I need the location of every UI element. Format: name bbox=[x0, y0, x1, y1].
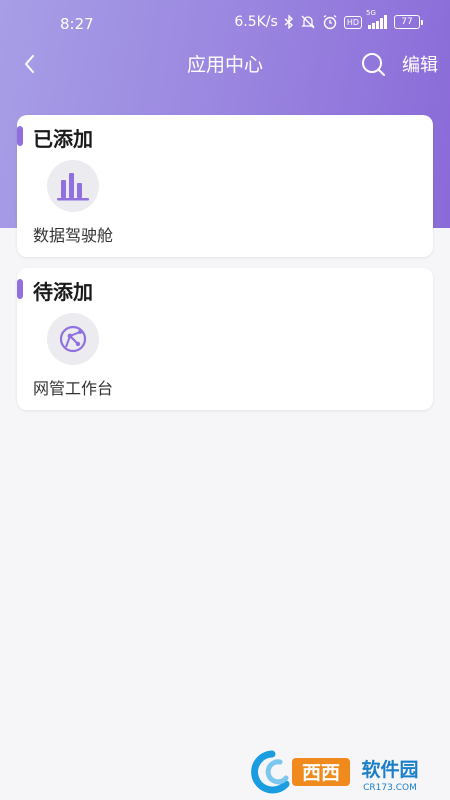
battery-level: 77 bbox=[401, 17, 413, 27]
app-screen: 8:27 6.5K/s HD 5G 77 应用中心 编辑 已添加 数据驾驶舱 待… bbox=[0, 0, 450, 800]
status-time: 8:27 bbox=[60, 15, 94, 33]
alarm-icon bbox=[322, 14, 338, 30]
pending-section-title: 待添加 bbox=[33, 280, 93, 304]
watermark-logo: 西西 软件园 CR173.COM bbox=[250, 748, 435, 796]
watermark-domain: CR173.COM bbox=[363, 783, 417, 793]
battery-icon: 77 bbox=[394, 15, 423, 29]
network-speed: 6.5K/s bbox=[234, 14, 278, 30]
app-item-network-workbench[interactable]: 网管工作台 bbox=[33, 313, 121, 399]
bar-chart-icon bbox=[57, 173, 89, 201]
navigation-bar: 应用中心 编辑 bbox=[0, 44, 450, 84]
hd-icon: HD bbox=[343, 15, 362, 29]
bluetooth-icon bbox=[284, 15, 294, 29]
added-section-title: 已添加 bbox=[33, 127, 93, 151]
status-icons: 6.5K/s HD 5G 77 bbox=[234, 9, 423, 30]
mute-icon bbox=[300, 14, 316, 30]
pending-apps-card: 待添加 网管工作台 bbox=[17, 268, 433, 410]
watermark-text: 软件园 bbox=[361, 758, 418, 781]
app-icon-circle bbox=[47, 313, 99, 365]
watermark-brand: 西西 bbox=[302, 762, 340, 784]
app-icon-circle bbox=[47, 160, 99, 212]
app-item-data-cockpit[interactable]: 数据驾驶舱 bbox=[33, 160, 121, 246]
search-icon bbox=[362, 53, 385, 76]
app-label: 网管工作台 bbox=[33, 379, 114, 398]
app-label: 数据驾驶舱 bbox=[33, 226, 114, 245]
status-bar: 8:27 6.5K/s HD 5G 77 bbox=[0, 0, 450, 48]
signal-icon: 5G bbox=[366, 9, 388, 29]
added-apps-card: 已添加 数据驾驶舱 bbox=[17, 115, 433, 257]
network-globe-icon bbox=[59, 325, 87, 353]
section-accent-bar bbox=[17, 279, 23, 299]
section-accent-bar bbox=[17, 126, 23, 146]
network-type: 5G bbox=[366, 9, 376, 17]
edit-button[interactable]: 编辑 bbox=[402, 51, 438, 77]
search-button[interactable] bbox=[360, 51, 386, 77]
